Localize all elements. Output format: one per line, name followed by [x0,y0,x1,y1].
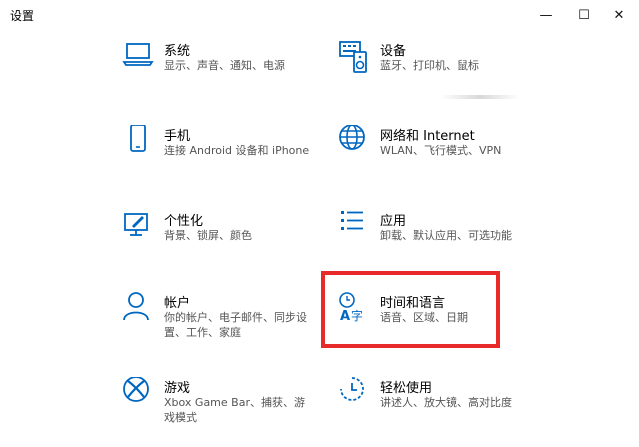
tile-label: 网络和 Internet [380,129,475,144]
laptop-icon [122,43,154,66]
tile-label: 系统 [164,44,191,59]
tile-label: 帐户 [164,296,191,311]
window-title: 设置 [10,9,35,23]
settings-tile-apps[interactable]: 应用 卸载、默认应用、可选功能 [338,210,568,280]
settings-tile-personalization[interactable]: 个性化 背景、锁屏、颜色 [122,210,352,280]
keyboard-speaker-icon [339,41,367,73]
close-icon: ✕ [613,7,625,23]
settings-tile-network[interactable]: 网络和 Internet WLAN、飞行模式、VPN [338,125,568,195]
tile-description: 显示、声音、通知、电源 [164,59,285,72]
settings-tile-ease-of-access[interactable]: 轻松使用 讲述人、放大镜、高对比度 [338,377,568,447]
tile-label: 游戏 [164,381,191,396]
tile-label: 个性化 [164,214,204,229]
maximize-icon: ☐ [578,7,590,23]
tile-label: 手机 [164,129,191,144]
tile-description: 背景、锁屏、颜色 [164,229,252,242]
tile-description: 卸载、默认应用、可选功能 [380,229,512,242]
settings-tile-phone[interactable]: 手机 连接 Android 设备和 iPhone [122,125,352,195]
person-icon [123,292,149,321]
tile-description: 你的帐户、电子邮件、同步设置、工作、家庭 [164,311,307,339]
tile-description: 讲述人、放大镜、高对比度 [380,396,512,409]
paintbrush-icon [124,213,148,236]
tile-description: Xbox Game Bar、捕获、游戏模式 [164,396,305,424]
divider [440,95,520,99]
settings-tile-gaming[interactable]: 游戏 Xbox Game Bar、捕获、游戏模式 [122,377,352,447]
settings-tile-accounts[interactable]: 帐户 你的帐户、电子邮件、同步设置、工作、家庭 [122,292,352,362]
settings-tile-system[interactable]: 系统 显示、声音、通知、电源 [122,40,352,110]
tile-label: 设备 [380,44,407,59]
close-button[interactable]: ✕ [599,0,639,30]
tile-label: 轻松使用 [380,381,433,396]
phone-icon [130,125,146,152]
settings-tile-devices[interactable]: 设备 蓝牙、打印机、鼠标 [338,40,568,110]
globe-icon [339,125,365,150]
highlight-box [321,271,500,348]
xbox-icon [123,377,149,402]
ease-of-access-icon [340,377,364,401]
apps-list-icon [341,211,363,230]
tile-description: 连接 Android 设备和 iPhone [164,144,310,157]
tile-description: 蓝牙、打印机、鼠标 [380,59,479,72]
tile-label: 应用 [380,214,407,229]
tile-description: WLAN、飞行模式、VPN [380,144,502,157]
title-bar: 设置 — ☐ ✕ [0,0,639,30]
minimize-icon: — [539,7,553,23]
